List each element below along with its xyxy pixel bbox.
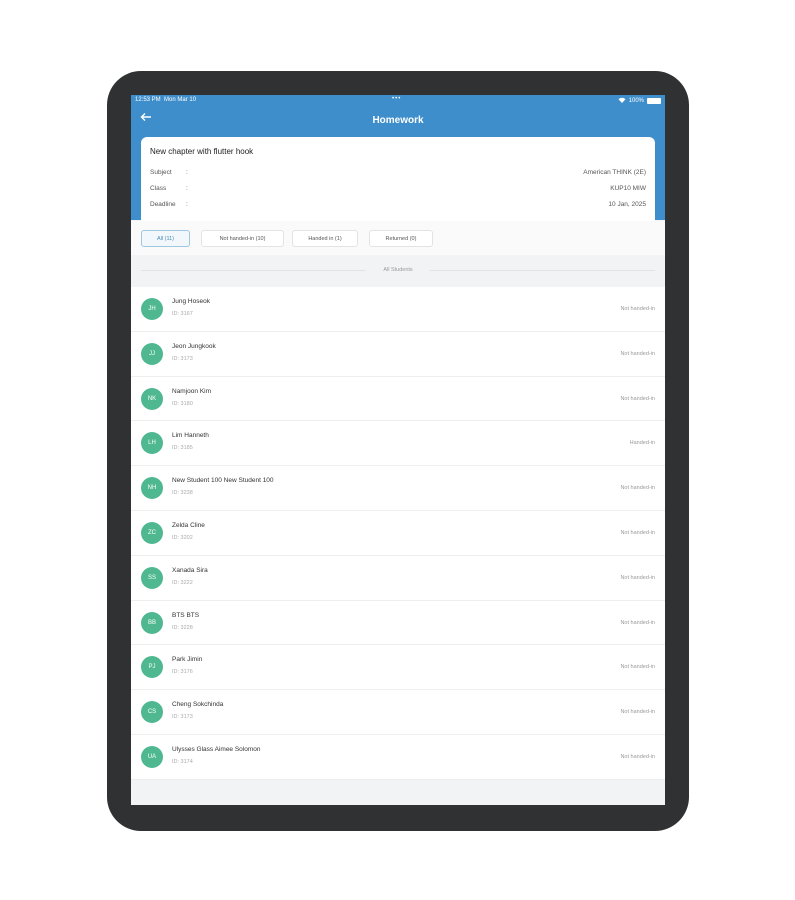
student-row[interactable]: PJ Park Jimin ID: 3176 Not handed-in bbox=[131, 645, 665, 691]
student-row[interactable]: NH New Student 100 New Student 100 ID: 3… bbox=[131, 466, 665, 511]
student-name: Namjoon Kim bbox=[172, 387, 212, 395]
student-row[interactable]: UA Ulysses Glass Aimee Solomon ID: 3174 … bbox=[131, 734, 665, 780]
deadline-row: Deadline : 10 Jan, 2025 bbox=[150, 201, 646, 211]
student-id: ID: 3202 bbox=[172, 534, 193, 541]
student-id: ID: 3180 bbox=[172, 400, 193, 407]
student-id: ID: 3185 bbox=[172, 445, 193, 452]
app-screen: 12:53 PM Mon Mar 10 ••• 100% Homework Ne… bbox=[131, 95, 665, 805]
student-row[interactable]: LH Lim Hanneth ID: 3185 Handed-in bbox=[131, 421, 665, 467]
student-name: Jung Hoseok bbox=[172, 298, 210, 305]
student-row[interactable]: BB BTS BTS ID: 3228 Not handed-in bbox=[131, 600, 665, 646]
deadline-value: 10 Jan, 2025 bbox=[608, 201, 646, 208]
student-row[interactable]: JH Jung Hoseok ID: 3167 Not handed-in bbox=[131, 287, 665, 332]
student-row[interactable]: ZC Zelda Cline ID: 3202 Not handed-in bbox=[131, 510, 665, 556]
status-text: Not handed-in bbox=[620, 529, 655, 536]
page-title: Homework bbox=[372, 115, 424, 126]
student-id: ID: 3222 bbox=[172, 579, 193, 586]
student-row[interactable]: NK Namjoon Kim ID: 3180 Not handed-in bbox=[131, 376, 665, 422]
battery-percent: 100% bbox=[628, 98, 644, 104]
avatar: JH bbox=[141, 298, 163, 320]
student-row[interactable]: CS Cheng Sokchinda ID: 3173 Not handed-i… bbox=[131, 690, 665, 735]
status-bar: 12:53 PM Mon Mar 10 ••• 100% bbox=[131, 95, 665, 107]
subject-row: Subject : American THINK (2E) bbox=[150, 169, 646, 179]
filter-bar: All (11) Not handed-in (10) Handed in (1… bbox=[131, 221, 665, 255]
student-id: ID: 3228 bbox=[172, 624, 193, 631]
student-id: ID: 3173 bbox=[172, 714, 193, 721]
student-row[interactable]: JJ Jeon Jungkook ID: 3173 Not handed-in bbox=[131, 331, 665, 377]
filter-all[interactable]: All (11) bbox=[141, 230, 190, 247]
homework-details-card: New chapter with flutter hook Subject : … bbox=[141, 137, 655, 221]
status-text: Handed-in bbox=[629, 440, 655, 447]
avatar: SS bbox=[141, 566, 163, 589]
student-id: ID: 3176 bbox=[172, 669, 193, 676]
student-name: Ulysses Glass Aimee Solomon bbox=[172, 745, 261, 753]
avatar: JJ bbox=[141, 342, 163, 365]
student-row[interactable]: SS Xanada Sira ID: 3222 Not handed-in bbox=[131, 555, 665, 601]
avatar: NK bbox=[141, 387, 163, 410]
student-name: Jeon Jungkook bbox=[172, 342, 216, 350]
student-id: ID: 3238 bbox=[172, 490, 193, 497]
avatar: BB bbox=[141, 611, 163, 634]
homework-title: New chapter with flutter hook bbox=[150, 147, 254, 156]
subject-value: American THINK (2E) bbox=[583, 169, 646, 176]
status-text: Not handed-in bbox=[620, 664, 655, 671]
multitask-dots-icon: ••• bbox=[392, 96, 402, 102]
filter-handed-in[interactable]: Handed in (1) bbox=[292, 230, 358, 247]
class-row: Class : KUP10 MIW bbox=[150, 185, 646, 195]
status-text: Not handed-in bbox=[620, 350, 655, 357]
student-list: JH Jung Hoseok ID: 3167 Not handed-in JJ… bbox=[131, 287, 665, 780]
student-id: ID: 3174 bbox=[172, 758, 193, 765]
status-text: Not handed-in bbox=[620, 574, 655, 581]
divider-line-right bbox=[430, 270, 655, 271]
filter-not-handed-in[interactable]: Not handed-in (10) bbox=[201, 230, 284, 247]
student-name: Xanada Sira bbox=[172, 566, 208, 574]
student-name: Park Jimin bbox=[172, 656, 203, 664]
class-label: Class bbox=[150, 185, 167, 192]
avatar: ZC bbox=[141, 521, 163, 544]
student-name: BTS BTS bbox=[172, 611, 200, 619]
subject-colon: : bbox=[186, 169, 188, 176]
student-name: New Student 100 New Student 100 bbox=[172, 477, 274, 485]
status-text: Not handed-in bbox=[620, 753, 655, 760]
battery-icon bbox=[647, 98, 661, 104]
filter-returned[interactable]: Returned (0) bbox=[369, 230, 433, 247]
student-name: Lim Hanneth bbox=[172, 432, 209, 440]
status-text: Not handed-in bbox=[620, 306, 655, 312]
avatar: UA bbox=[141, 745, 163, 768]
subject-label: Subject bbox=[150, 169, 172, 176]
student-name: Cheng Sokchinda bbox=[172, 701, 224, 709]
nav-bar: Homework bbox=[131, 107, 665, 133]
status-text: Not handed-in bbox=[620, 395, 655, 402]
status-text: Not handed-in bbox=[620, 485, 655, 492]
student-id: ID: 3173 bbox=[172, 355, 193, 362]
class-value: KUP10 MIW bbox=[610, 185, 646, 192]
wifi-icon bbox=[618, 97, 626, 105]
avatar: NH bbox=[141, 477, 163, 500]
class-colon: : bbox=[186, 185, 188, 192]
avatar: LH bbox=[141, 432, 163, 455]
status-text: Not handed-in bbox=[620, 619, 655, 626]
deadline-label: Deadline bbox=[150, 201, 176, 208]
status-time: 12:53 PM Mon Mar 10 bbox=[135, 97, 197, 103]
deadline-colon: : bbox=[186, 201, 188, 208]
student-name: Zelda Cline bbox=[172, 521, 205, 529]
avatar: CS bbox=[141, 701, 163, 724]
status-right: 100% bbox=[618, 97, 661, 105]
status-text: Not handed-in bbox=[620, 709, 655, 716]
avatar: PJ bbox=[141, 656, 163, 679]
student-id: ID: 3167 bbox=[172, 311, 193, 317]
list-heading-divider: All Students bbox=[141, 265, 655, 275]
